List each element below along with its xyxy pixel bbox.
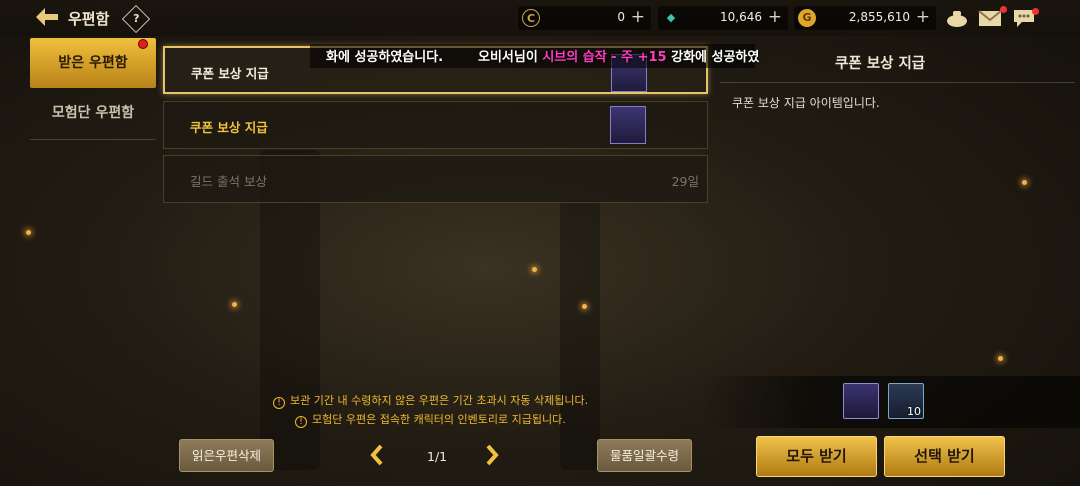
back-arrow-icon[interactable] [34,6,60,30]
firefly-light [232,302,237,307]
add-currency-button[interactable]: + [916,7,930,27]
receive-selected-button[interactable]: 선택 받기 [884,436,1005,477]
page-indicator: 1/1 [427,449,448,464]
new-chat-badge [1032,8,1039,15]
bag-icon[interactable] [945,8,969,28]
potion-jar-icon[interactable] [843,383,879,419]
currency-gem: ◆ 10,646 + [658,6,788,30]
receive-all-button[interactable]: 모두 받기 [756,436,877,477]
mail-title: 길드 출석 보상 [190,174,267,189]
notice-text: 강화에 성공하였 [666,50,760,65]
warning-text: ! 보관 기간 내 수령하지 않은 우편은 기간 초과시 자동 삭제됩니다. [273,392,588,409]
next-page-icon[interactable] [485,444,499,472]
warning-message: 보관 기간 내 수령하지 않은 우편은 기간 초과시 자동 삭제됩니다. [290,394,589,407]
currency-value: 2,855,610 [848,10,910,24]
warning-icon: ! [273,397,285,409]
detail-title: 쿠폰 보상 지급 [835,56,926,72]
firefly-light [582,304,587,309]
tab-divider [30,139,156,140]
add-currency-button[interactable]: + [768,7,782,27]
mail-title: 쿠폰 보상 지급 [190,120,268,135]
gem-icon: ◆ [666,11,676,24]
currency-gold: G 2,855,610 + [794,6,936,30]
detail-body: 쿠폰 보상 지급 아이템입니다. [732,96,880,110]
warning-message: 모험단 우편은 접속한 캐릭터의 인벤토리로 지급됩니다. [312,413,566,426]
delete-read-button[interactable]: 읽은우편삭제 [179,439,274,472]
currency-value: 0 [617,10,625,24]
reward-quantity: 10 [907,405,921,418]
armor-box-icon [610,106,646,144]
firefly-light [532,267,537,272]
warning-icon: ! [295,416,307,428]
claim-items-button[interactable]: 물품일괄수령 [597,439,692,472]
new-mail-badge [1000,6,1007,13]
detail-divider [720,82,1075,83]
mail-item[interactable]: 쿠폰 보상 지급 [163,101,708,149]
notice-item-name: 시브의 습작 - 주 +15 [542,50,667,65]
firefly-light [998,356,1003,361]
gold-coin-icon: G [798,9,816,27]
help-icon: ? [133,12,140,26]
system-notice-left: 화에 성공하였습니다. [326,50,444,65]
tab-received-mail[interactable]: 받은 우편함 [30,38,156,88]
page-title: 우편함 [68,10,110,28]
mail-icon[interactable] [978,8,1002,28]
tab-adventure-mail[interactable]: 모험단 우편함 [30,88,156,138]
warning-text: ! 모험단 우편은 접속한 캐릭터의 인벤토리로 지급됩니다. [295,411,566,428]
mail-item[interactable]: 길드 출석 보상 29일 [163,155,708,203]
treasure-chest-icon[interactable]: 10 [888,383,924,419]
add-currency-button[interactable]: + [631,7,645,27]
notification-dot [138,39,148,49]
background-tree [560,200,600,470]
firefly-light [26,230,31,235]
currency-c-coin: C 0 + [518,6,651,30]
system-notice-right: 오비서님이 시브의 습작 - 주 +15 강화에 성공하였 [478,46,759,65]
currency-value: 10,646 [720,10,762,24]
mail-expiry: 29일 [671,174,699,189]
firefly-light [1022,180,1027,185]
c-coin-icon: C [522,9,540,27]
mail-title: 쿠폰 보상 지급 [191,66,269,81]
prev-page-icon[interactable] [370,444,384,472]
notice-text: 오비서님이 [478,50,543,65]
